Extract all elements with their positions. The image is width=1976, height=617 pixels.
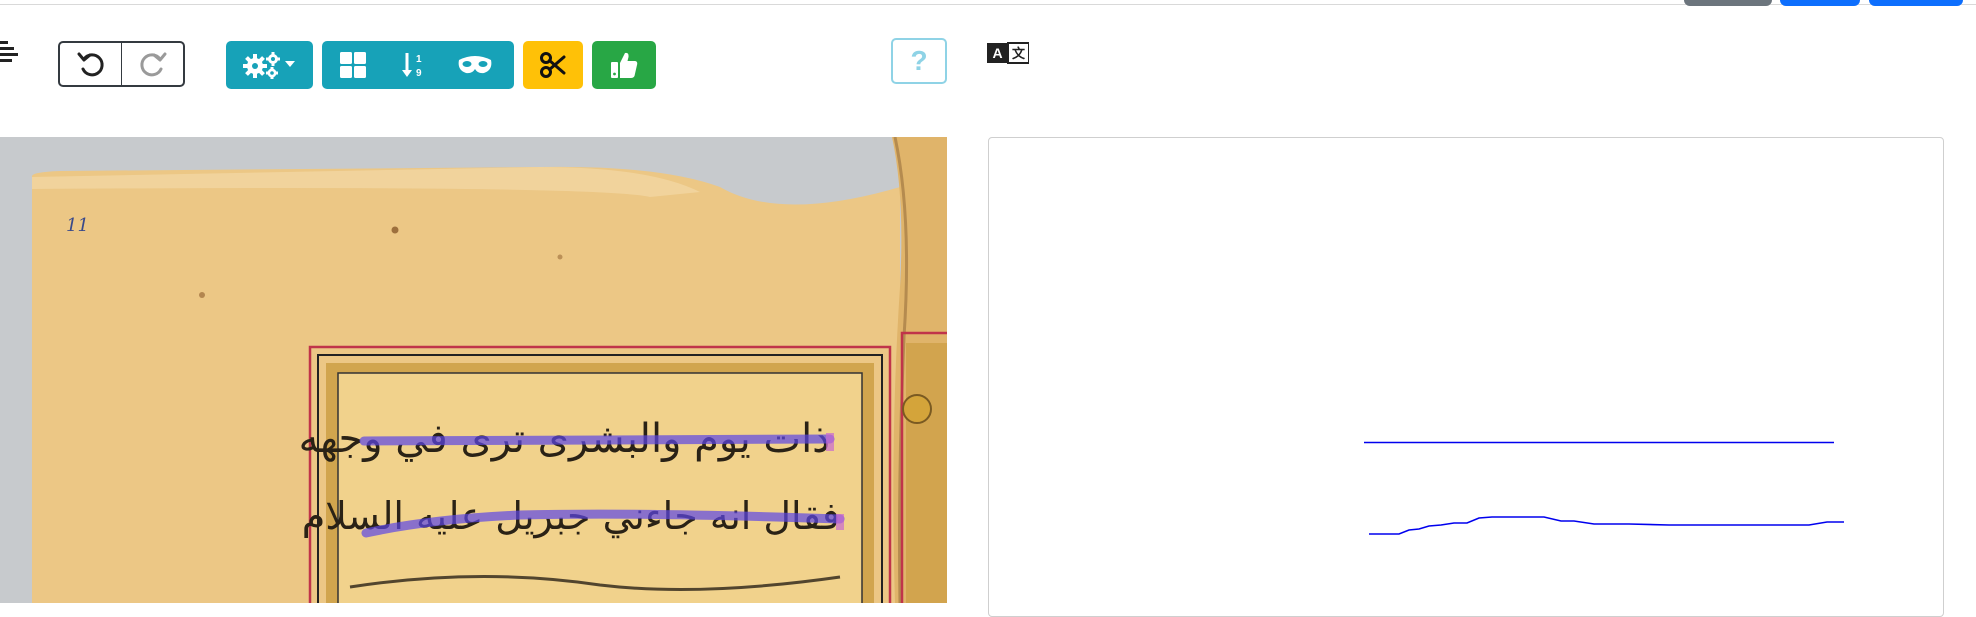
manuscript-image-panel[interactable]: 11 ذات يوم والبشرى ترى في وجهه فقال انه … [0,137,947,603]
view-tools-group: 1 9 [322,41,514,89]
translate-icon[interactable]: A 文 [987,42,1029,64]
undo-button[interactable] [60,43,121,85]
cogs-dropdown-icon [242,52,295,79]
undo-redo-group [58,41,185,87]
mask-button[interactable] [444,41,505,89]
svg-text:9: 9 [416,68,422,79]
top-divider [0,4,1976,5]
sort-lines-button[interactable]: 1 9 [383,41,444,89]
baseline-overlay-1[interactable] [359,434,835,446]
layout-button[interactable] [322,41,383,89]
mask-icon [458,56,491,74]
transcription-panel[interactable] [988,137,1944,617]
top-secondary-button[interactable] [1684,0,1772,6]
sort-numeric-icon: 1 9 [401,53,422,79]
scissors-icon [540,52,566,78]
manuscript-image[interactable]: 11 ذات يوم والبشرى ترى في وجهه فقال انه … [0,137,947,603]
validate-button[interactable] [592,41,656,89]
layout-grid-icon [339,52,366,78]
svg-text:A: A [992,45,1002,61]
redo-icon [139,52,166,77]
thumbs-up-icon [611,52,638,78]
menu-icon[interactable] [0,38,20,66]
undo-icon [77,52,104,77]
help-button[interactable]: ? [891,38,947,84]
top-primary-button[interactable] [1780,0,1860,6]
top-primary-button-2[interactable] [1869,0,1963,6]
cut-button[interactable] [523,41,583,89]
line-baseline-2[interactable] [1369,516,1844,535]
svg-text:1: 1 [416,54,422,65]
settings-dropdown-button[interactable] [226,41,313,89]
svg-text:文: 文 [1012,46,1026,62]
redo-button[interactable] [121,43,183,85]
transcription-lines-canvas[interactable] [989,138,1942,604]
page-number: 11 [66,215,89,236]
